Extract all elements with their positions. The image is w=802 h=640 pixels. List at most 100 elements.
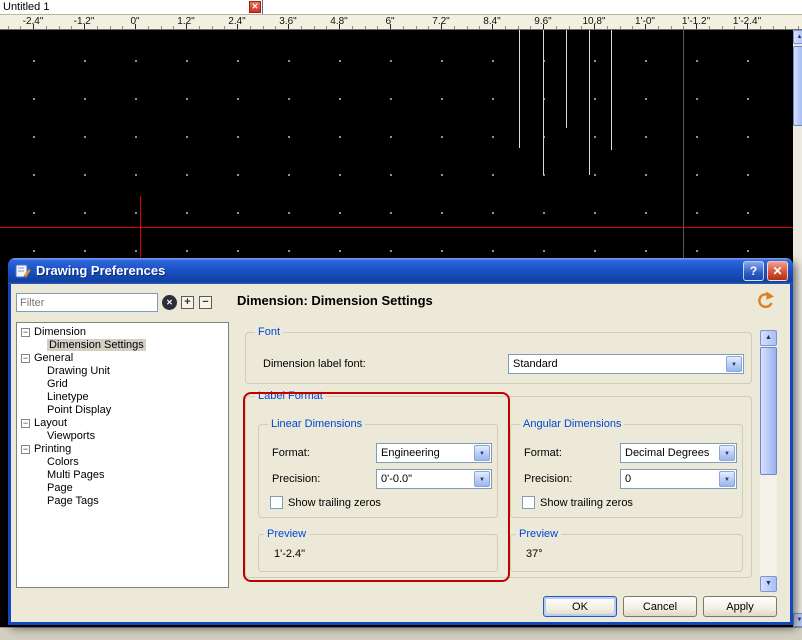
collapse-all-icon[interactable]: − [199, 296, 212, 309]
ruler-minor-tick [658, 26, 659, 29]
ruler-minor-tick [530, 26, 531, 29]
tree-item-multi-pages[interactable]: Multi Pages [20, 469, 228, 482]
grid-dot [288, 212, 290, 214]
angular-format-select[interactable]: Decimal Degrees ▼ [620, 443, 737, 463]
expand-all-icon[interactable]: + [181, 296, 194, 309]
grid-dot [441, 98, 443, 100]
help-button[interactable]: ? [743, 261, 764, 281]
grid-dot [390, 250, 392, 252]
tree-item-layout[interactable]: −Layout [20, 417, 228, 430]
grid-dot [645, 174, 647, 176]
scroll-down-icon[interactable]: ▼ [793, 613, 802, 627]
ruler-minor-tick [377, 26, 378, 29]
tree-item-general[interactable]: −General [20, 352, 228, 365]
grid-dot [186, 60, 188, 62]
ruler-minor-tick [8, 26, 9, 29]
tree-item-linetype[interactable]: Linetype [20, 391, 228, 404]
ruler-minor-tick [71, 26, 72, 29]
filter-input[interactable] [16, 293, 158, 312]
dimension-label-font-select[interactable]: Standard ▼ [508, 354, 744, 374]
ruler-major-tick [594, 24, 595, 29]
tree-item-dimension[interactable]: −Dimension [20, 326, 228, 339]
undo-icon[interactable] [755, 290, 775, 310]
ruler-minor-tick [505, 26, 506, 29]
angular-show-trailing-zeros-checkbox[interactable] [522, 496, 535, 509]
combo-value: Standard [513, 358, 558, 370]
tree-collapse-icon[interactable]: − [21, 419, 30, 428]
tree-item-printing[interactable]: −Printing [20, 443, 228, 456]
scroll-up-icon[interactable]: ▲ [793, 30, 802, 44]
ok-button[interactable]: OK [543, 596, 617, 617]
document-tab[interactable]: Untitled 1 ✕ [0, 0, 263, 14]
ruler-minor-tick [46, 26, 47, 29]
grid-dot [441, 174, 443, 176]
cancel-button[interactable]: Cancel [623, 596, 697, 617]
grid-dot [696, 136, 698, 138]
angular-precision-label: Precision: [524, 473, 572, 485]
scroll-up-icon[interactable]: ▲ [760, 330, 777, 346]
clear-filter-icon[interactable]: ✕ [162, 295, 177, 310]
grid-dot [237, 60, 239, 62]
app-window: Untitled 1 ✕ -2.4"-1.2"0"1.2"2.4"3.6"4.8… [0, 0, 802, 640]
grid-dot [492, 98, 494, 100]
tree-item-viewports[interactable]: Viewports [20, 430, 228, 443]
grid-dot [84, 250, 86, 252]
chevron-down-icon[interactable]: ▼ [726, 356, 742, 372]
panel-scrollbar[interactable]: ▲ ▼ [760, 330, 777, 592]
ruler-minor-tick [263, 26, 264, 29]
ruler-minor-tick [20, 26, 21, 29]
grid-dot [288, 250, 290, 252]
ruler-minor-tick [365, 26, 366, 29]
apply-button[interactable]: Apply [703, 596, 777, 617]
ruler-major-tick [645, 24, 646, 29]
grid-dot [645, 60, 647, 62]
canvas-scrollbar-thumb[interactable] [793, 46, 802, 126]
grid-dot [186, 212, 188, 214]
ruler-minor-tick [148, 26, 149, 29]
angular-precision-select[interactable]: 0 ▼ [620, 469, 737, 489]
tree-item-label: Point Display [47, 404, 111, 416]
tree-item-colors[interactable]: Colors [20, 456, 228, 469]
panel-scrollbar-thumb[interactable] [760, 347, 777, 475]
grid-dot [390, 136, 392, 138]
tree-item-page-tags[interactable]: Page Tags [20, 495, 228, 508]
grid-dot [237, 136, 239, 138]
combo-value: Decimal Degrees [625, 447, 709, 459]
grid-dot [543, 212, 545, 214]
grid-dot [543, 250, 545, 252]
tree-item-page[interactable]: Page [20, 482, 228, 495]
grid-dot [33, 98, 35, 100]
grid-dot [390, 174, 392, 176]
dialog-titlebar[interactable]: Drawing Preferences ? ✕ [8, 258, 793, 284]
tree-collapse-icon[interactable]: − [21, 445, 30, 454]
ruler-minor-tick [122, 26, 123, 29]
ruler-minor-tick [556, 26, 557, 29]
ruler-major-tick [186, 24, 187, 29]
tree-item-grid[interactable]: Grid [20, 378, 228, 391]
ruler-minor-tick [569, 26, 570, 29]
grid-dot [747, 136, 749, 138]
document-tab-bar: Untitled 1 ✕ [0, 0, 802, 14]
tree-item-dimension-settings[interactable]: Dimension Settings [20, 339, 228, 352]
tree-item-drawing-unit[interactable]: Drawing Unit [20, 365, 228, 378]
ruler-minor-tick [314, 26, 315, 29]
dialog-body: ✕ + − Dimension: Dimension Settings −Dim… [8, 284, 793, 625]
close-button[interactable]: ✕ [767, 261, 788, 281]
tree-item-label: Drawing Unit [47, 365, 110, 377]
tree-item-point-display[interactable]: Point Display [20, 404, 228, 417]
chevron-down-icon[interactable]: ▼ [719, 445, 735, 461]
tree-item-label: General [34, 352, 73, 364]
ruler-major-tick [696, 24, 697, 29]
tab-close-icon[interactable]: ✕ [249, 1, 261, 13]
tree-collapse-icon[interactable]: − [21, 328, 30, 337]
ruler-minor-tick [467, 26, 468, 29]
grid-dot [339, 250, 341, 252]
tree-collapse-icon[interactable]: − [21, 354, 30, 363]
canvas-vertical-scrollbar[interactable]: ▲ ▼ [793, 30, 802, 627]
chevron-down-icon[interactable]: ▼ [719, 471, 735, 487]
grid-dot [288, 174, 290, 176]
scroll-down-icon[interactable]: ▼ [760, 576, 777, 592]
grid-dot [645, 250, 647, 252]
grid-dot [696, 174, 698, 176]
ruler-minor-tick [173, 26, 174, 29]
